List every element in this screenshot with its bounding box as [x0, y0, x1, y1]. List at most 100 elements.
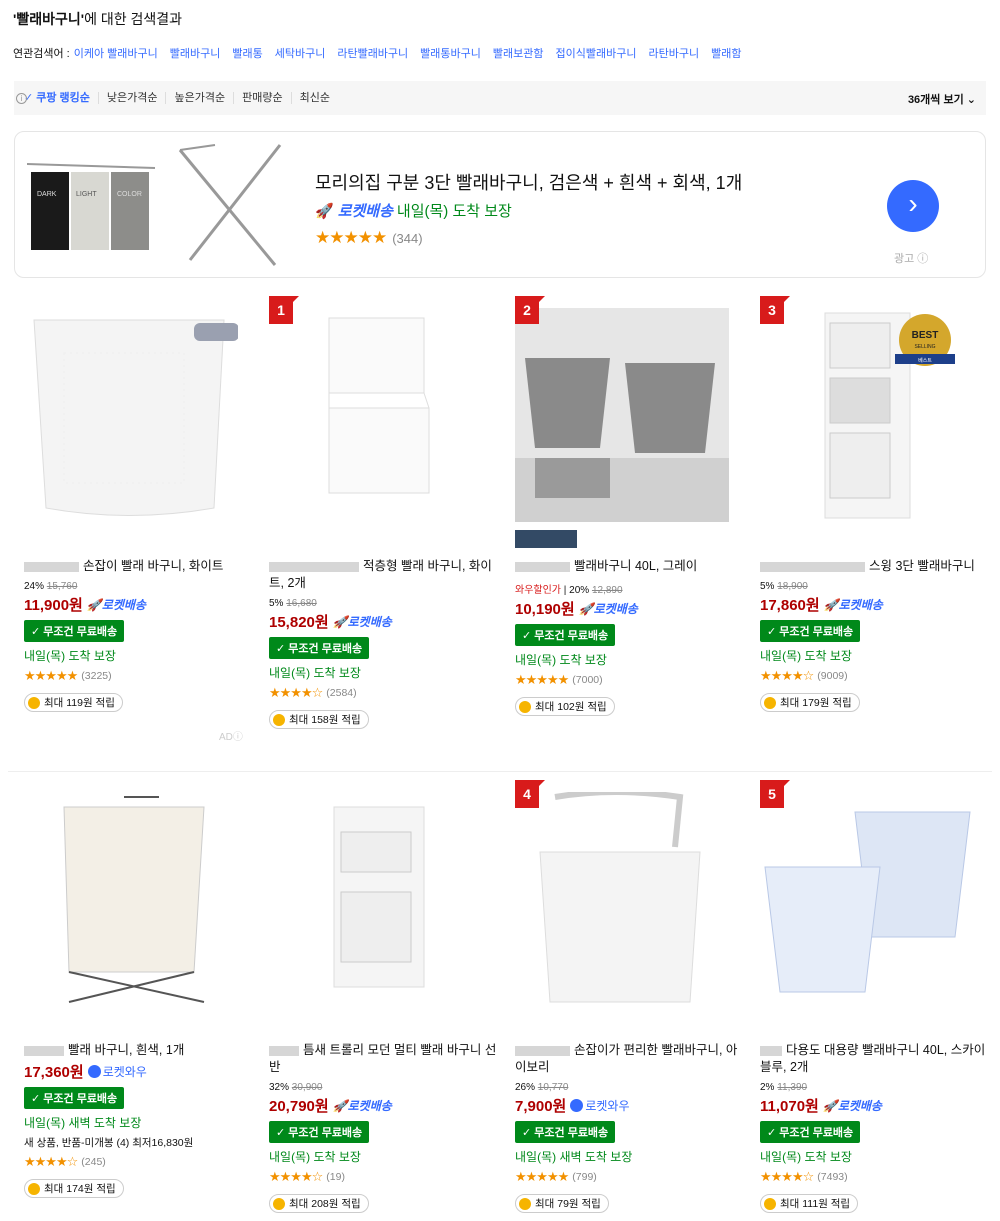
price: 17,860원 🚀로켓배송 [760, 597, 883, 614]
rocket-wow-badge: 로켓와우 [87, 1063, 147, 1080]
rank-badge: 3 [760, 296, 790, 324]
related-term[interactable]: 빨래함 [711, 45, 741, 61]
product-name[interactable]: 빨래 바구니, 흰색, 1개 [24, 1042, 254, 1059]
delivery-info: 내일(목) 도착 보장 [515, 653, 607, 667]
sort-bar: ✓ 쿠팡 랭킹순 i 낮은가격순 높은가격순 판매량순 최신순 36개씩 보기 ⌄ [14, 81, 986, 115]
rating: ★★★★☆ (19) [269, 1169, 345, 1184]
ad-rating: ★★★★★ (344) [315, 228, 423, 247]
rating: ★★★★★ (3225) [24, 668, 112, 683]
points-badge: 최대 158원 적립 [269, 710, 369, 729]
star-rating-icon: ★★★★★ [515, 672, 569, 687]
free-shipping-badge: ✓ 무조건 무료배송 [24, 620, 125, 642]
svg-text:BEST: BEST [912, 330, 939, 341]
folding-stand-image [178, 144, 282, 266]
ad-product-name[interactable]: 모리의집 구분 3단 빨래바구니, 검은색 + 흰색 + 회색, 1개 [315, 169, 742, 195]
related-term[interactable]: 세탁바구니 [275, 45, 326, 61]
coin-icon [28, 696, 40, 709]
star-rating-icon: ★★★★★ [515, 1169, 569, 1184]
rocket-wow-icon [87, 1065, 101, 1078]
points-badge: 최대 79원 적립 [515, 1194, 609, 1213]
svg-text:SELLING: SELLING [914, 344, 935, 350]
ad-label: 광고 ⓘ [894, 253, 929, 265]
star-rating-icon: ★★★★★ [24, 668, 78, 683]
related-term[interactable]: 접이식빨래바구니 [556, 45, 637, 61]
delivery-info: 내일(목) 도착 보장 [269, 666, 361, 680]
points-badge: 최대 179원 적립 [760, 693, 860, 712]
related-term[interactable]: 빨래바구니 [170, 45, 221, 61]
svg-text:COLOR: COLOR [117, 191, 142, 198]
points-badge: 최대 119원 적립 [24, 693, 123, 712]
price: 15,820원 🚀로켓배송 [269, 614, 392, 631]
free-shipping-badge: ✓ 무조건 무료배송 [269, 637, 370, 659]
rocket-badge: 🚀로켓배송 [332, 615, 392, 629]
rating: ★★★★☆ (7493) [760, 1169, 848, 1184]
sort-newest[interactable]: 최신순 [290, 92, 338, 104]
product-image [328, 317, 430, 494]
sort-ranking[interactable]: ✓ 쿠팡 랭킹순 i [16, 92, 98, 104]
discount: 5% 18,900 [760, 581, 808, 592]
related-term[interactable]: 빨래보관함 [493, 45, 544, 61]
points-badge: 최대 174원 적립 [24, 1179, 124, 1198]
sort-high-price[interactable]: 높은가격순 [165, 92, 233, 104]
rating: ★★★★☆ (245) [24, 1154, 106, 1169]
related-label: 연관검색어 : [13, 48, 70, 60]
price: 20,790원 🚀로켓배송 [269, 1098, 392, 1115]
star-rating-icon: ★★★★☆ [760, 1169, 814, 1184]
product-name[interactable]: 손잡이 빨래 바구니, 화이트 [24, 558, 254, 575]
delivery-info: 내일(목) 도착 보장 [24, 649, 116, 663]
product-name[interactable]: 적층형 빨래 바구니, 화이트, 2개 [269, 558, 499, 592]
product-image [33, 319, 238, 516]
related-term[interactable]: 빨래통바구니 [420, 45, 481, 61]
related-term[interactable]: 라탄바구니 [648, 45, 699, 61]
rank-badge: 4 [515, 780, 545, 808]
rank-badge: 1 [269, 296, 299, 324]
sort-sales[interactable]: 판매량순 [233, 92, 290, 104]
view-count-select[interactable]: 36개씩 보기 ⌄ [908, 91, 976, 107]
rating: ★★★★☆ (2584) [269, 685, 357, 700]
delivery-info: 내일(목) 도착 보장 [760, 1150, 852, 1164]
product-name[interactable]: 스윙 3단 빨래바구니 [760, 558, 990, 575]
rocket-badge: 🚀로켓배송 [823, 598, 883, 612]
blurred-banner [515, 530, 577, 548]
svg-text:LIGHT: LIGHT [76, 191, 97, 198]
best-selling-badge: BEST SELLING 베스트 [895, 314, 955, 366]
free-shipping-badge: ✓ 무조건 무료배송 [760, 1121, 861, 1143]
product-name[interactable]: 손잡이가 편리한 빨래바구니, 아이보리 [515, 1042, 745, 1076]
price: 10,190원 🚀로켓배송 [515, 601, 638, 618]
coin-icon [273, 713, 285, 726]
product-name[interactable]: 빨래바구니 40L, 그레이 [515, 558, 745, 575]
discount: 5% 16,680 [269, 598, 317, 609]
price: 7,900원 로켓와우 [515, 1097, 630, 1115]
star-rating-icon: ★★★★☆ [269, 1169, 323, 1184]
sort-low-price[interactable]: 낮은가격순 [97, 92, 166, 104]
ad-banner[interactable]: DARK LIGHT COLOR 모리의집 구분 3단 빨래바구니, 검은색 +… [14, 131, 986, 278]
discount: 와우할인가 | 20% 12,890 [515, 585, 623, 596]
coin-icon [28, 1182, 40, 1195]
related-term[interactable]: 빨래통 [232, 45, 262, 61]
rank-badge: 5 [760, 780, 790, 808]
rating: ★★★★★ (7000) [515, 672, 603, 687]
related-term[interactable]: 이케아 빨래바구니 [74, 45, 158, 61]
product-name[interactable]: 다용도 대용량 빨래바구니 40L, 스카이블루, 2개 [760, 1042, 990, 1076]
laundry-sorter-image: DARK LIGHT COLOR [27, 163, 156, 250]
rating: ★★★★☆ (9009) [760, 668, 848, 683]
points-badge: 최대 111원 적립 [760, 1194, 859, 1213]
svg-text:DARK: DARK [37, 191, 57, 198]
free-shipping-badge: ✓ 무조건 무료배송 [515, 624, 616, 646]
chevron-right-icon[interactable]: › [887, 180, 939, 232]
rocket-badge: 🚀로켓배송 [822, 1099, 882, 1113]
product-name[interactable]: 틈새 트롤리 모던 멀티 빨래 바구니 선반 [269, 1042, 499, 1076]
info-icon[interactable]: i [16, 92, 27, 104]
related-term[interactable]: 라탄빨래바구니 [337, 45, 408, 61]
product-image [333, 806, 425, 988]
delivery-info: 내일(목) 새벽 도착 보장 [515, 1150, 633, 1164]
coin-icon [519, 1197, 531, 1210]
other-offers[interactable]: 새 상품, 반품-미개봉 (4) 최저16,830원 [24, 1135, 254, 1150]
price: 11,900원 🚀로켓배송 [24, 597, 146, 614]
delivery-info: 내일(목) 도착 보장 [760, 649, 852, 663]
rating: ★★★★★ (799) [515, 1169, 597, 1184]
delivery-info: 내일(목) 도착 보장 [269, 1150, 361, 1164]
rocket-wow-badge: 로켓와우 [570, 1097, 630, 1114]
discount: 32% 30,900 [269, 1082, 323, 1093]
coin-icon [519, 700, 531, 713]
